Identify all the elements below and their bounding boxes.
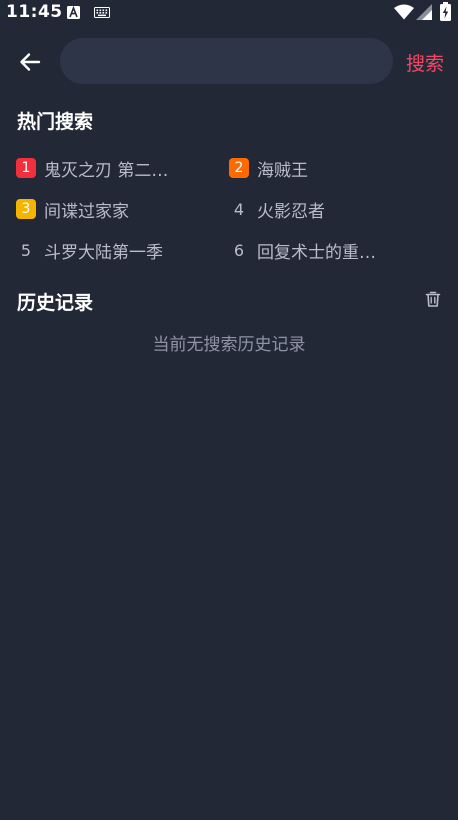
hot-search-item-3[interactable]: 3 间谍过家家 bbox=[16, 196, 129, 222]
empty-history-message: 当前无搜索历史记录 bbox=[152, 335, 306, 355]
wifi-icon bbox=[394, 4, 414, 20]
hot-search-label: 海贼王 bbox=[257, 160, 308, 181]
history-title: 历史记录 bbox=[17, 292, 94, 314]
hot-search-label: 斗罗大陆第一季 bbox=[44, 242, 163, 263]
hot-search-label: 间谍过家家 bbox=[44, 201, 129, 222]
trash-icon bbox=[425, 291, 441, 307]
clear-history-button[interactable] bbox=[424, 290, 442, 308]
status-time: 11:45 bbox=[6, 2, 63, 22]
status-bar: 11:45 bbox=[0, 0, 458, 26]
hot-search-item-2[interactable]: 2 海贼王 bbox=[229, 155, 308, 181]
rank-badge: 2 bbox=[229, 158, 249, 178]
search-header: 搜索 bbox=[0, 38, 458, 86]
keyboard-icon bbox=[94, 7, 110, 18]
a-notification-icon bbox=[67, 6, 80, 19]
search-input[interactable] bbox=[60, 38, 393, 84]
rank-badge: 3 bbox=[16, 199, 36, 219]
back-button[interactable] bbox=[14, 46, 46, 78]
hot-search-item-1[interactable]: 1 鬼灭之刃 第二… bbox=[16, 155, 168, 181]
hot-search-label: 鬼灭之刃 第二… bbox=[44, 160, 169, 181]
rank-badge: 1 bbox=[16, 158, 36, 178]
rank-number: 4 bbox=[233, 199, 245, 219]
battery-charging-icon bbox=[440, 2, 451, 21]
rank-number: 5 bbox=[20, 240, 32, 260]
hot-search-item-4[interactable]: 4 火影忍者 bbox=[229, 196, 325, 222]
signal-icon bbox=[416, 4, 432, 20]
search-box bbox=[60, 38, 393, 84]
search-button[interactable]: 搜索 bbox=[406, 49, 444, 76]
hot-search-item-6[interactable]: 6 回复术士的重… bbox=[229, 237, 376, 263]
arrow-left-icon bbox=[20, 53, 41, 71]
hot-search-label: 火影忍者 bbox=[257, 201, 325, 222]
hot-search-title: 热门搜索 bbox=[17, 111, 94, 133]
hot-search-label: 回复术士的重… bbox=[257, 242, 376, 263]
rank-number: 6 bbox=[233, 240, 245, 260]
hot-search-item-5[interactable]: 5 斗罗大陆第一季 bbox=[16, 237, 163, 263]
